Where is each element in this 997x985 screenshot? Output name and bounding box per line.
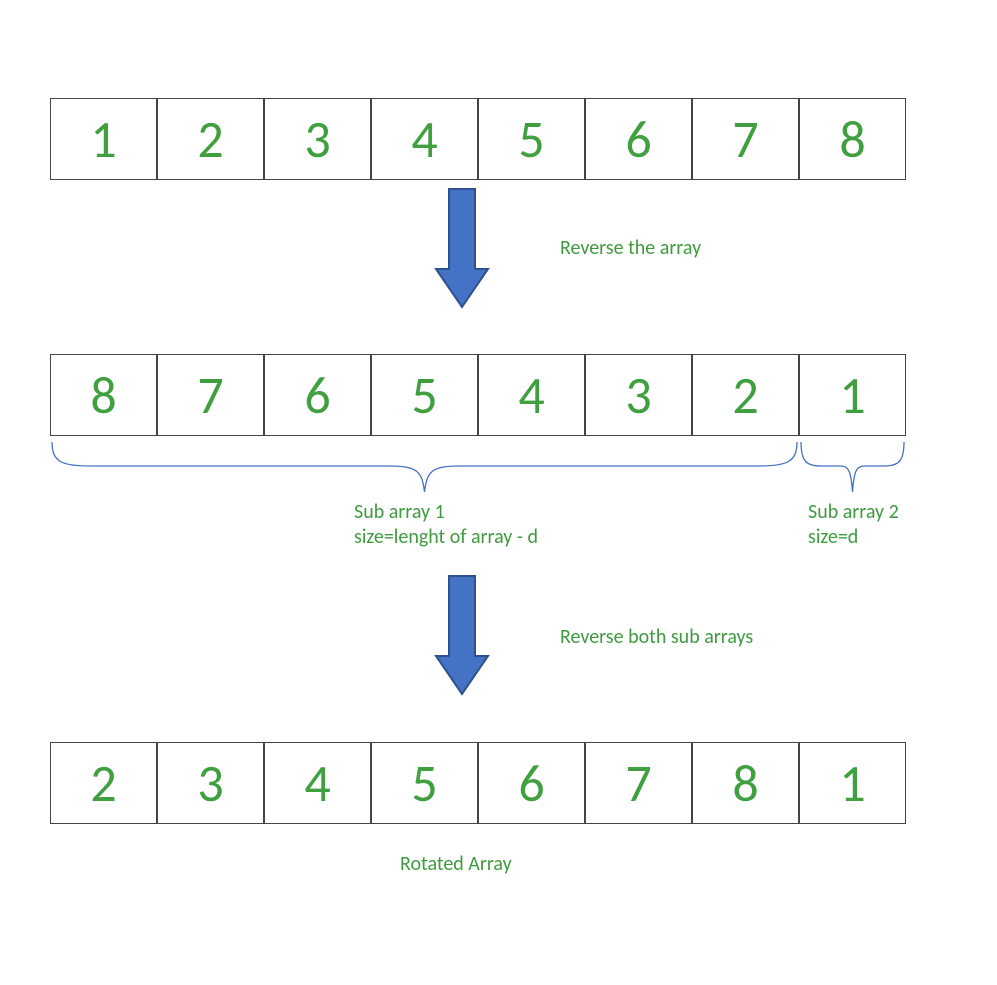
cell: 5: [371, 354, 478, 436]
cell: 1: [50, 98, 157, 180]
array-original: 1 2 3 4 5 6 7 8: [50, 98, 906, 180]
cell: 8: [692, 742, 799, 824]
cell: 5: [478, 98, 585, 180]
cell: 4: [371, 98, 478, 180]
cell: 3: [157, 742, 264, 824]
cell: 6: [264, 354, 371, 436]
label-subarray-1-size: size=lenght of array - d: [354, 525, 538, 550]
cell: 8: [799, 98, 906, 180]
array-reversed: 8 7 6 5 4 3 2 1: [50, 354, 906, 436]
diagram-root: 1 2 3 4 5 6 7 8 Reverse the array 8 7 6 …: [0, 0, 997, 985]
label-subarray-2-size: size=d: [808, 525, 858, 550]
label-subarray-1-title: Sub array 1: [354, 500, 445, 525]
cell: 6: [478, 742, 585, 824]
brace-subarray-2: [799, 440, 906, 500]
label-subarray-2-title: Sub array 2: [808, 500, 899, 525]
cell: 6: [585, 98, 692, 180]
down-arrow-icon: [432, 572, 492, 700]
cell: 1: [799, 354, 906, 436]
label-reverse-both: Reverse both sub arrays: [560, 625, 753, 650]
cell: 7: [585, 742, 692, 824]
label-rotated-array: Rotated Array: [400, 852, 512, 877]
down-arrow-icon: [432, 185, 492, 313]
cell: 7: [692, 98, 799, 180]
cell: 3: [585, 354, 692, 436]
cell: 3: [264, 98, 371, 180]
label-reverse-array: Reverse the array: [560, 236, 701, 261]
cell: 4: [264, 742, 371, 824]
cell: 8: [50, 354, 157, 436]
cell: 5: [371, 742, 478, 824]
cell: 4: [478, 354, 585, 436]
cell: 2: [50, 742, 157, 824]
cell: 2: [692, 354, 799, 436]
brace-subarray-1: [50, 440, 799, 500]
array-rotated: 2 3 4 5 6 7 8 1: [50, 742, 906, 824]
cell: 7: [157, 354, 264, 436]
cell: 1: [799, 742, 906, 824]
cell: 2: [157, 98, 264, 180]
